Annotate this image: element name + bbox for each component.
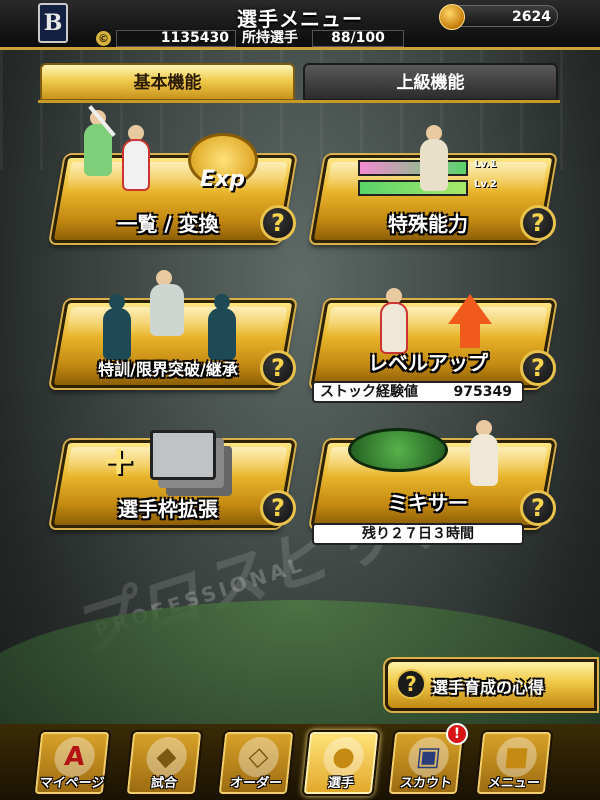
tab-basic-functions[interactable]: 基本機能 [40,63,295,101]
background-logo-subtext: PROFESSIONAL [91,551,309,643]
tile-label: 特訓/限界突破/継承 [98,360,238,379]
money-value: 1135430 [116,30,236,47]
scout-card-icon: ▣ [406,737,451,777]
top-header: B 選手メニュー 2624 © 1135430 所持選手 88/100 [0,0,600,50]
mypage-icon: A [52,737,97,777]
player-cards-icon [150,430,216,480]
nav-players[interactable]: ● 選手 [301,730,381,796]
stock-exp-label: ストック経験値 [320,384,418,400]
ability-bar-lv1 [358,160,468,176]
help-icon[interactable]: ? [520,490,556,526]
nav-label: スカウト [399,776,453,791]
menu-tile-mixer[interactable]: ミキサー ? [310,420,556,528]
help-icon[interactable]: ? [260,205,296,241]
ability-bar-lv2 [358,180,468,196]
tile-label: 特殊能力 [388,212,468,236]
owned-players-value: 88/100 [312,30,404,47]
help-icon[interactable]: ? [260,490,296,526]
menu-tile-expand-slots[interactable]: + 選手枠拡張 ? [50,430,296,528]
level-up-arrow-shaft [460,322,480,348]
premium-currency-display[interactable]: 2624 [439,4,558,30]
menu-tile-training[interactable]: 特訓/限界突破/継承 ? [50,270,296,388]
menu-tile-list-convert[interactable]: Exp 一覧 / 変換 ? [50,105,296,243]
tile-label: 選手枠拡張 [118,497,218,521]
nav-label: マイページ [38,776,106,791]
nav-match[interactable]: ◆ 試合 [124,730,204,796]
tab-advanced-functions[interactable]: 上級機能 [303,63,558,101]
nav-label: 選手 [327,776,355,791]
scout-alert-badge: ! [446,723,468,745]
bottom-nav-bar: A マイページ ◆ 試合 ◇ オーダー ● 選手 ▣ スカウト ■ メニュー [0,724,600,800]
training-tips-label: 選手育成の心得 [432,678,545,697]
menu-mascot-icon: ■ [494,737,539,777]
exp-badge: Exp [200,167,245,192]
premium-currency-value: 2624 [512,9,551,25]
ability-lv2-label: Lv.2 [474,179,497,190]
tile-label: ミキサー [388,491,468,515]
ability-lv1-label: Lv.1 [474,159,497,170]
money-icon: © [96,31,111,46]
menu-tile-level-up[interactable]: レベルアップ ? [310,288,556,388]
stock-exp-display: ストック経験値 975349 [312,381,524,403]
level-up-arrow-icon [448,294,492,324]
help-icon[interactable]: ? [520,350,556,386]
lineup-diamond-icon: ◇ [236,737,281,777]
nav-label: オーダー [229,776,283,791]
training-tips-button[interactable]: ? 選手育成の心得 [385,659,597,711]
plus-icon: + [102,438,136,484]
mixer-balls-icon [348,428,448,472]
nav-mypage[interactable]: A マイページ [32,730,112,796]
help-icon[interactable]: ? [260,350,296,386]
nav-label: メニュー [487,776,541,791]
stock-exp-value: 975349 [453,384,512,400]
help-icon[interactable]: ? [520,205,556,241]
player-icon: ● [321,737,366,777]
tile-label: レベルアップ [368,351,488,375]
tile-label: 一覧 / 変換 [117,212,219,236]
menu-tile-special-ability[interactable]: Lv.1 Lv.2 特殊能力 ? [310,125,556,243]
tab-underline [38,100,560,103]
baseball-field-icon: ◆ [144,737,189,777]
nav-order[interactable]: ◇ オーダー [216,730,296,796]
help-icon: ? [396,669,426,699]
nav-label: 試合 [150,776,178,791]
nav-menu[interactable]: ■ メニュー [474,730,554,796]
mixer-remaining-time: 残り２７日３時間 [312,523,524,545]
owned-players-label: 所持選手 [242,30,298,46]
